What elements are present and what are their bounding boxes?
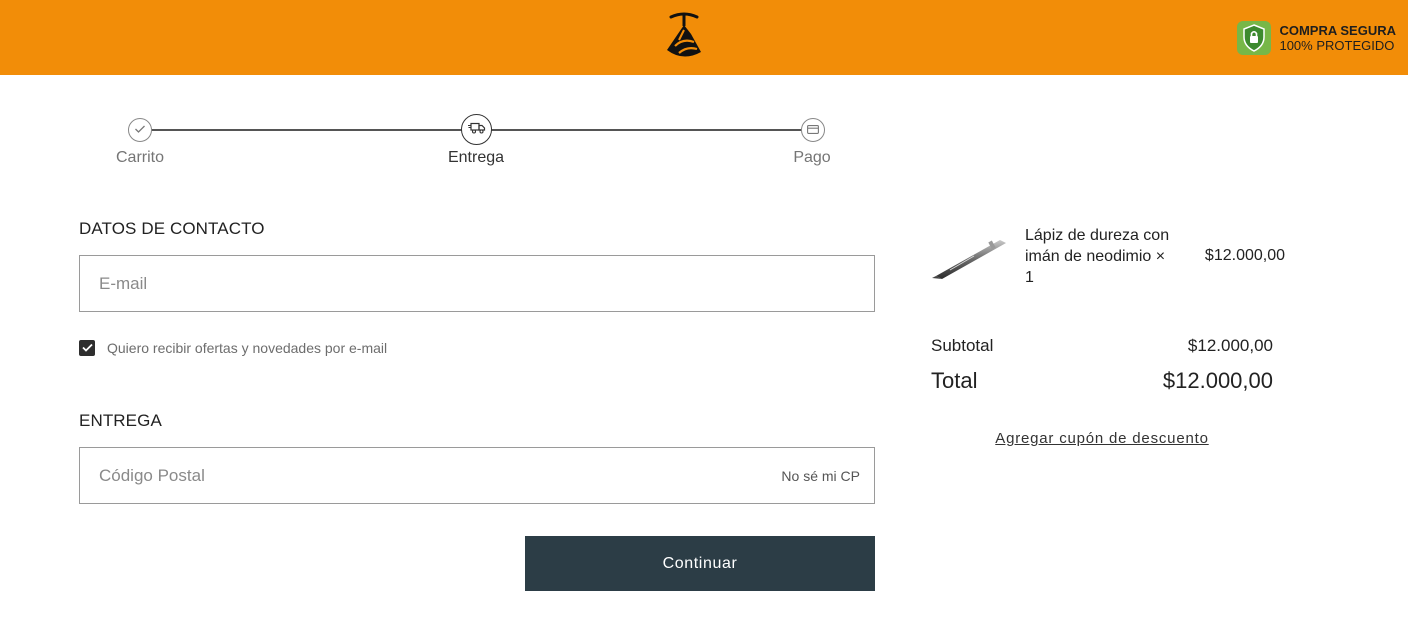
step-payment-circle <box>801 118 825 142</box>
step-delivery-circle <box>461 114 492 145</box>
newsletter-checkbox-row: Quiero recibir ofertas y novedades por e… <box>79 340 387 356</box>
delivery-section-title: ENTREGA <box>79 411 162 430</box>
contact-section-title: DATOS DE CONTACTO <box>79 219 265 238</box>
postal-code-field[interactable] <box>80 448 874 503</box>
newsletter-label[interactable]: Quiero recibir ofertas y novedades por e… <box>107 340 387 356</box>
total-row: Total $12.000,00 <box>931 368 1273 394</box>
continue-button[interactable]: Continuar <box>525 536 875 591</box>
credit-card-icon <box>807 121 819 139</box>
secure-purchase-badge: COMPRA SEGURA 100% PROTEGIDO <box>1237 21 1396 55</box>
secure-subtitle: 100% PROTEGIDO <box>1279 38 1395 53</box>
check-icon <box>134 121 146 139</box>
step-label-delivery: Entrega <box>447 149 505 166</box>
unknown-postal-code-link[interactable]: No sé mi CP <box>781 468 860 484</box>
step-connector <box>491 129 802 131</box>
product-name: Lápiz de dureza con imán de neodimio × 1 <box>1025 227 1170 286</box>
postal-code-wrapper: No sé mi CP <box>79 447 875 504</box>
pickaxe-logo-icon[interactable] <box>663 12 705 62</box>
product-price: $12.000,00 <box>1204 247 1285 264</box>
checkout-steps: Carrito Entrega Pago <box>80 114 880 174</box>
hardness-pen-image <box>930 230 1010 282</box>
email-field-wrapper <box>79 255 875 312</box>
total-label: Total <box>931 368 978 393</box>
delivery-truck-icon <box>467 121 486 139</box>
step-connector <box>141 129 476 131</box>
step-label-cart[interactable]: Carrito <box>80 149 200 167</box>
lock-shield-icon <box>1237 21 1272 55</box>
step-cart-circle[interactable] <box>128 118 152 142</box>
email-field[interactable] <box>80 256 874 311</box>
secure-title: COMPRA SEGURA <box>1279 23 1396 38</box>
subtotal-row: Subtotal $12.000,00 <box>931 336 1273 356</box>
checkmark-icon <box>81 339 93 357</box>
total-value: $12.000,00 <box>1162 368 1273 393</box>
step-label-payment: Pago <box>793 149 831 166</box>
top-header: COMPRA SEGURA 100% PROTEGIDO <box>0 0 1408 75</box>
subtotal-label: Subtotal <box>931 336 994 355</box>
add-coupon-link[interactable]: Agregar cupón de descuento <box>931 430 1273 447</box>
subtotal-value: $12.000,00 <box>1187 336 1273 355</box>
newsletter-checkbox[interactable] <box>79 340 95 356</box>
